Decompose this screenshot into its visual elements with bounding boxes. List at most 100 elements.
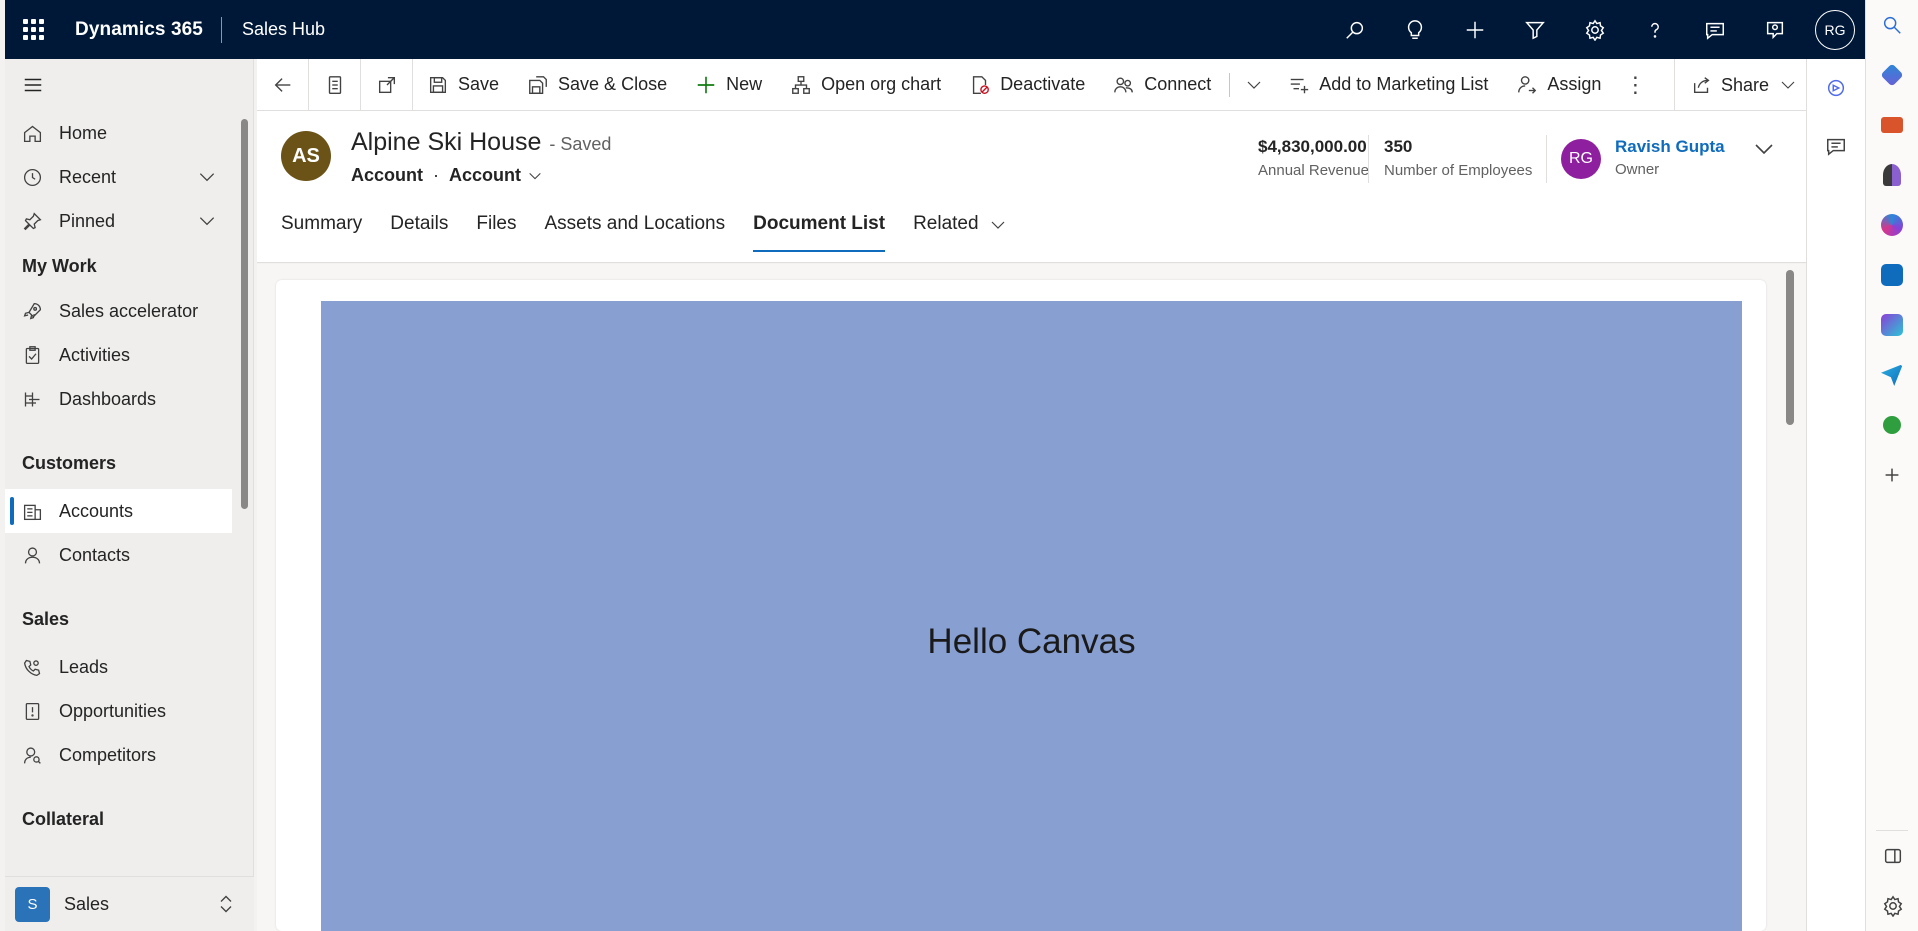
nav-scrollbar[interactable] bbox=[241, 119, 248, 509]
sidebar-office-button[interactable] bbox=[1866, 200, 1918, 250]
open-org-chart-button[interactable]: Open org chart bbox=[776, 59, 955, 111]
connect-dropdown-button[interactable] bbox=[1234, 59, 1274, 111]
owner-link[interactable]: Ravish Gupta bbox=[1615, 137, 1725, 157]
connect-button[interactable]: Connect bbox=[1099, 59, 1225, 111]
assign-label: Assign bbox=[1547, 74, 1602, 94]
lightbulb-icon bbox=[1407, 19, 1423, 39]
home-icon bbox=[23, 125, 42, 142]
tab-related[interactable]: Related bbox=[913, 209, 1007, 263]
more-commands-button[interactable]: ⋮ bbox=[1615, 59, 1655, 111]
new-record-button[interactable]: New bbox=[681, 59, 776, 111]
nav-item-opportunities[interactable]: Opportunities bbox=[5, 689, 232, 733]
tag-icon bbox=[1880, 63, 1904, 87]
nav-item-activities[interactable]: Activities bbox=[5, 333, 232, 377]
waffle-icon bbox=[22, 19, 44, 40]
top-bar: Dynamics 365 Sales Hub RG bbox=[5, 0, 1865, 59]
user-avatar[interactable]: RG bbox=[1815, 9, 1855, 50]
settings-button[interactable] bbox=[1565, 0, 1625, 59]
nav-item-recent[interactable]: Recent bbox=[5, 155, 232, 199]
chevron-down-icon[interactable] bbox=[527, 168, 543, 184]
tab-summary[interactable]: Summary bbox=[281, 209, 362, 263]
save-button[interactable]: Save bbox=[413, 59, 513, 111]
sidebar-games-button[interactable] bbox=[1866, 150, 1918, 200]
sidebar-send-button[interactable] bbox=[1866, 350, 1918, 400]
nav-collapse-button[interactable] bbox=[5, 59, 253, 111]
add-to-marketing-list-button[interactable]: Add to Marketing List bbox=[1274, 59, 1502, 111]
employees-field: 350 Number of Employees bbox=[1384, 137, 1532, 179]
sidebar-bottom bbox=[1866, 831, 1918, 931]
nav-item-leads[interactable]: Leads bbox=[5, 645, 232, 689]
tab-details[interactable]: Details bbox=[390, 209, 448, 263]
nav-section-collateral: Collateral bbox=[22, 808, 105, 829]
form-selector[interactable]: Account bbox=[449, 165, 521, 186]
nav-item-contacts[interactable]: Contacts bbox=[5, 533, 232, 577]
office-icon bbox=[1881, 214, 1903, 236]
chevron-down-icon bbox=[1247, 81, 1261, 89]
tab-assets-and-locations[interactable]: Assets and Locations bbox=[545, 209, 726, 263]
chevron-down-icon[interactable] bbox=[197, 211, 217, 231]
chevron-down-icon[interactable] bbox=[1752, 137, 1776, 161]
sidebar-tree-button[interactable] bbox=[1866, 400, 1918, 450]
dashboard-icon bbox=[24, 392, 40, 406]
deactivate-label: Deactivate bbox=[1000, 74, 1086, 94]
sidebar-shopping-button[interactable] bbox=[1866, 50, 1918, 100]
assign-button[interactable]: Assign bbox=[1502, 59, 1615, 111]
sidebar-tools-button[interactable] bbox=[1866, 100, 1918, 150]
hide-sidebar-button[interactable] bbox=[1866, 831, 1918, 881]
feedback-button[interactable] bbox=[1685, 0, 1745, 59]
nav-item-dashboards[interactable]: Dashboards bbox=[5, 377, 232, 421]
area-switcher[interactable]: S Sales bbox=[5, 876, 254, 931]
nav-item-competitors[interactable]: Competitors bbox=[5, 733, 232, 777]
app-name[interactable]: Sales Hub bbox=[222, 19, 325, 40]
open-new-window-button[interactable] bbox=[361, 58, 413, 111]
phone-person-icon bbox=[23, 659, 41, 676]
arrow-left-icon bbox=[274, 77, 290, 92]
people-icon bbox=[1114, 76, 1134, 92]
building-icon bbox=[23, 504, 42, 520]
nav-item-pinned[interactable]: Pinned bbox=[5, 199, 232, 243]
search-button[interactable] bbox=[1325, 0, 1385, 59]
chevron-down-icon bbox=[991, 221, 1005, 229]
chevron-down-icon[interactable] bbox=[197, 167, 217, 187]
nav-item-home[interactable]: Home bbox=[5, 111, 232, 155]
sidebar-search-button[interactable] bbox=[1866, 0, 1918, 50]
sidebar-designer-button[interactable] bbox=[1866, 300, 1918, 350]
content-scrollbar[interactable] bbox=[1786, 270, 1794, 425]
nav-section-customers: Customers bbox=[22, 452, 117, 473]
help-button[interactable] bbox=[1625, 0, 1685, 59]
assistant-button[interactable] bbox=[1745, 0, 1805, 59]
advanced-filter-button[interactable] bbox=[1505, 0, 1565, 59]
form-content: Hello Canvas bbox=[257, 264, 1806, 931]
chess-icon bbox=[1883, 164, 1901, 186]
canvas-app-frame[interactable]: Hello Canvas bbox=[321, 301, 1742, 931]
plus-icon bbox=[1466, 21, 1484, 38]
tab-document-list[interactable]: Document List bbox=[753, 209, 885, 263]
sidebar-settings-button[interactable] bbox=[1866, 881, 1918, 931]
back-button[interactable] bbox=[257, 58, 309, 111]
nav-item-sales-accelerator[interactable]: Sales accelerator bbox=[5, 289, 232, 333]
document-list-section: Hello Canvas bbox=[276, 280, 1766, 931]
pop-out-icon bbox=[378, 76, 395, 93]
teams-chat-button[interactable] bbox=[1807, 117, 1865, 175]
lightbulb-button[interactable] bbox=[1385, 0, 1445, 59]
brand-title[interactable]: Dynamics 365 bbox=[61, 19, 221, 41]
share-button[interactable]: Share bbox=[1674, 59, 1806, 111]
nav-item-label: Activities bbox=[59, 344, 131, 365]
new-label: New bbox=[726, 74, 763, 94]
nav-section-sales: Sales bbox=[22, 608, 70, 629]
sidebar-add-button[interactable] bbox=[1866, 450, 1918, 500]
new-button[interactable] bbox=[1445, 0, 1505, 59]
copilot-button[interactable] bbox=[1807, 59, 1865, 117]
owner-avatar[interactable]: RG bbox=[1561, 139, 1601, 179]
nav-item-label: Opportunities bbox=[59, 700, 167, 721]
floppy-icon bbox=[429, 76, 447, 93]
form-view-button[interactable] bbox=[309, 58, 361, 111]
clock-icon bbox=[23, 168, 42, 186]
tab-files[interactable]: Files bbox=[476, 209, 516, 263]
sidebar-outlook-button[interactable] bbox=[1866, 250, 1918, 300]
app-launcher-button[interactable] bbox=[5, 0, 61, 59]
deactivate-button[interactable]: Deactivate bbox=[955, 59, 1099, 111]
gear-icon bbox=[1883, 895, 1902, 917]
save-close-button[interactable]: Save & Close bbox=[513, 59, 681, 111]
nav-item-accounts[interactable]: Accounts bbox=[5, 489, 232, 533]
